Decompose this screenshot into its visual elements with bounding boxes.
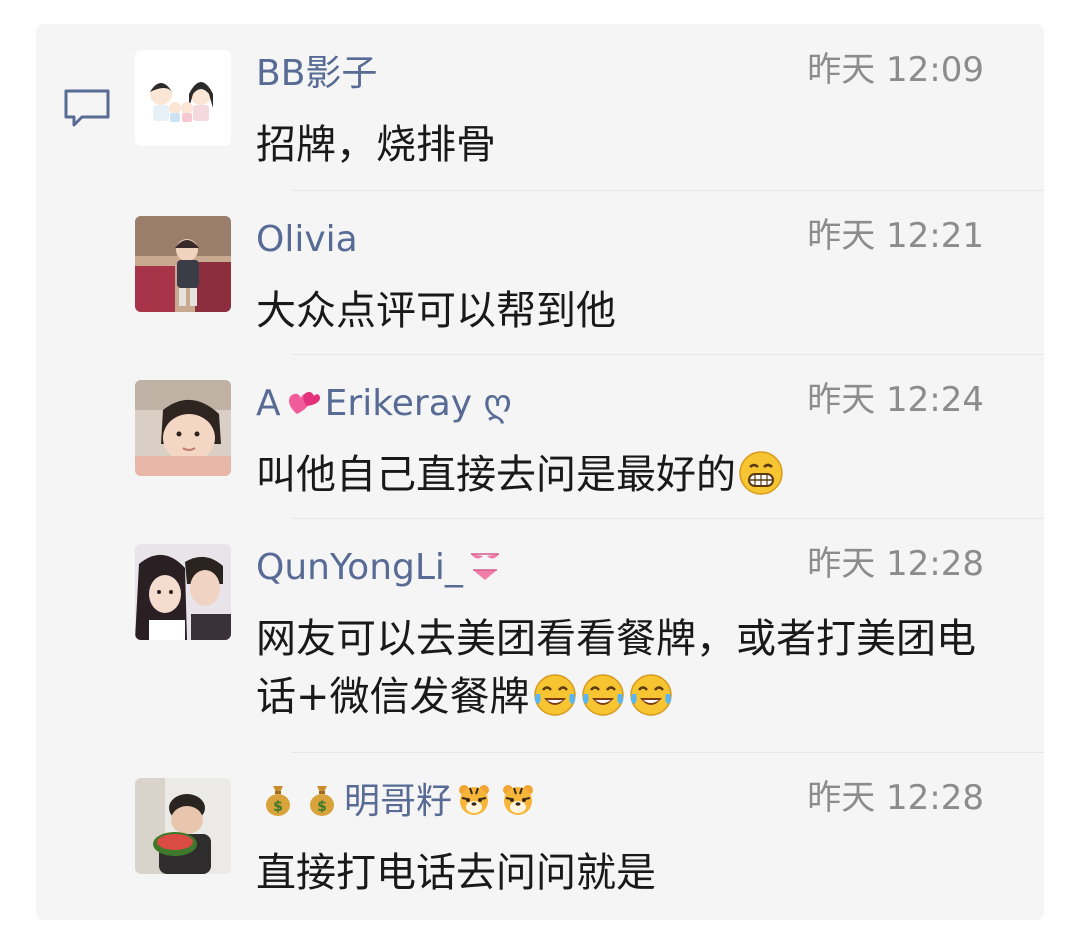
divider: [292, 190, 1044, 191]
comment-text: 网友可以去美团看看餐牌，或者打美团电话+微信发餐牌: [256, 610, 996, 726]
svg-text:$: $: [273, 799, 283, 815]
man-eating-watermelon-avatar: [135, 778, 231, 874]
avatar[interactable]: [135, 544, 231, 640]
grin-emoji: [739, 451, 783, 495]
avatar[interactable]: [135, 50, 231, 146]
tiger-emoji: [503, 785, 534, 815]
comment-text: 直接打电话去问问就是: [256, 850, 656, 896]
money-bag-emoji: $: [266, 786, 290, 816]
tiger-emoji: [459, 785, 490, 815]
comment-time: 昨天 12:28: [807, 778, 984, 818]
comment-time: 昨天 12:24: [807, 380, 984, 420]
commenter-name[interactable]: A Erikeray ღ: [256, 382, 512, 426]
avatar[interactable]: [135, 380, 231, 476]
couple-photo-avatar: [135, 544, 231, 640]
comment-item[interactable]: $ $ 明哥籽 昨天 12:28 直接打电话去问问就是: [36, 752, 1044, 920]
commenter-name[interactable]: Olivia: [256, 218, 358, 262]
heart-emoji: [288, 392, 320, 414]
commenter-name[interactable]: $ $ 明哥籽: [256, 780, 540, 824]
name-text: 明哥籽: [344, 781, 453, 822]
comment-item[interactable]: A Erikeray ღ 昨天 12:24 叫他自己直接去问是最好的: [36, 354, 1044, 518]
comment-time: 昨天 12:09: [807, 50, 984, 90]
comment-time: 昨天 12:28: [807, 544, 984, 584]
divider: [292, 518, 1044, 519]
avatar[interactable]: [135, 778, 231, 874]
name-prefix: A: [256, 383, 281, 424]
commenter-name[interactable]: BB影子: [256, 52, 377, 96]
comment-text: 叫他自己直接去问是最好的: [256, 446, 996, 504]
comment-time: 昨天 12:21: [807, 216, 984, 256]
avatar[interactable]: [135, 216, 231, 312]
baby-photo-avatar: [135, 380, 231, 476]
comment-item[interactable]: BB影子 昨天 12:09 招牌，烧排骨: [36, 24, 1044, 188]
comment-item[interactable]: Olivia 昨天 12:21 大众点评可以帮到他: [36, 190, 1044, 354]
tears-of-joy-emoji: [533, 674, 576, 716]
child-in-store-photo-avatar: [135, 216, 231, 312]
name-suffix: Erikeray ღ: [324, 383, 512, 424]
svg-text:$: $: [317, 799, 327, 815]
comment-text: 招牌，烧排骨: [256, 122, 496, 168]
commenter-name[interactable]: QunYongLi_: [256, 546, 507, 590]
money-bag-emoji: $: [310, 786, 334, 816]
bikini-emoji: [470, 553, 499, 580]
comment-text-body: 叫他自己直接去问是最好的: [256, 452, 736, 498]
comment-item[interactable]: QunYongLi_ 昨天 12:28 网友可以去美团看看餐牌，或者打美团电话+…: [36, 518, 1044, 752]
comment-text: 大众点评可以帮到他: [256, 288, 616, 334]
tears-of-joy-emoji: [629, 674, 672, 716]
divider: [292, 354, 1044, 355]
tears-of-joy-emoji: [581, 674, 624, 716]
couple-cartoon-avatar: [135, 50, 231, 146]
divider: [292, 752, 1044, 753]
name-text: QunYongLi_: [256, 547, 463, 588]
